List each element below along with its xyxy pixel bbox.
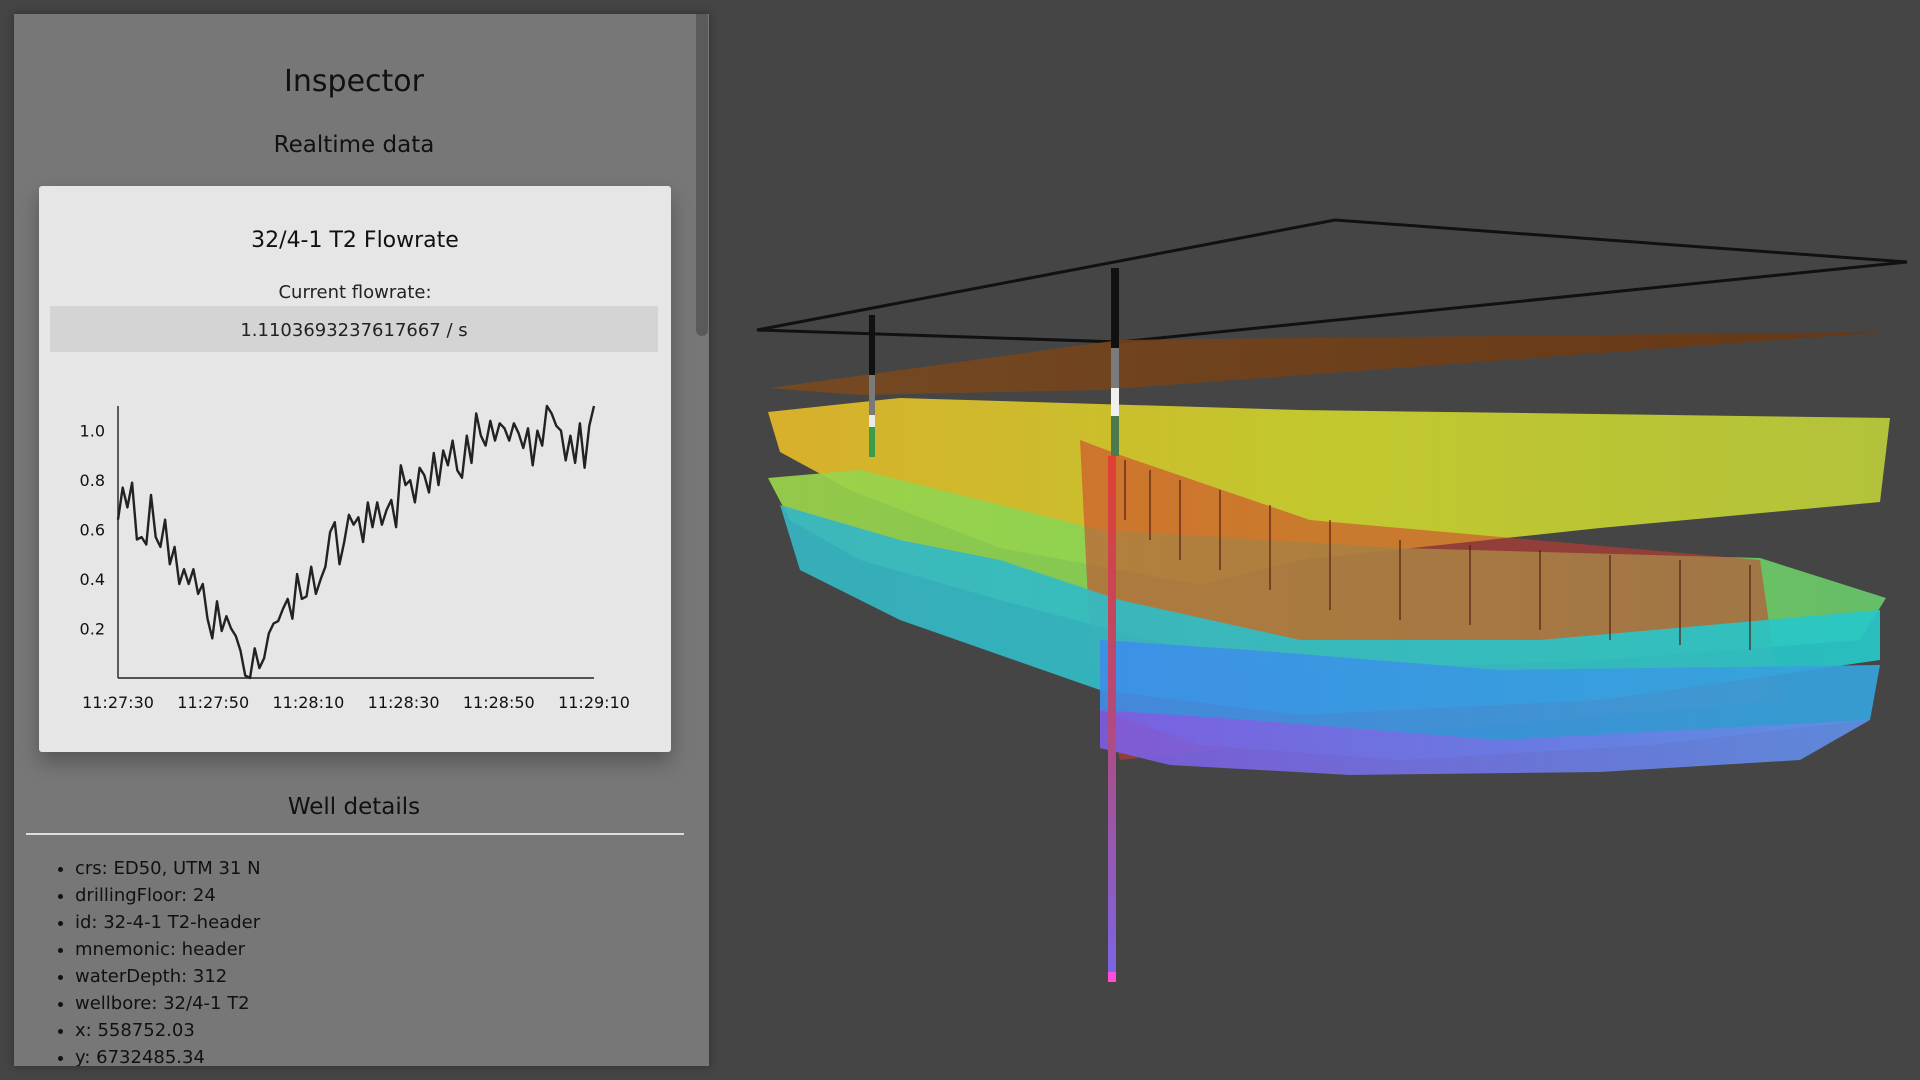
- inspector-title: Inspector: [284, 64, 424, 99]
- chart-y-tick-label: 1.0: [80, 422, 105, 441]
- chart-series: [116, 404, 596, 680]
- chart-x-tick-label: 11:29:10: [558, 693, 630, 712]
- chart-y-ticks: 0.2 0.4 0.6 0.8 1.0: [80, 422, 105, 639]
- inspector-scrollbar[interactable]: [696, 14, 708, 336]
- well-detail-item: drillingFloor: 24: [75, 882, 261, 909]
- well-details-heading: Well details: [287, 794, 421, 820]
- chart-x-tick-label: 11:27:50: [177, 693, 249, 712]
- current-flowrate-value: 1.1103693237617667 / s: [240, 320, 468, 341]
- scene-bounding-frame: [756, 218, 1908, 344]
- chart-x-tick-label: 11:28:10: [272, 693, 344, 712]
- chart-x-tick-label: 11:28:50: [463, 693, 535, 712]
- well-detail-item: crs: ED50, UTM 31 N: [75, 855, 261, 882]
- flowrate-line-chart: 0.2 0.4 0.6 0.8 1.0 11:27:30 11:27:50 11:28:10…: [80, 404, 630, 712]
- chart-x-ticks: 11:27:30 11:27:50 11:28:10 11:28:30 11:28:50…: [82, 693, 630, 712]
- chart-y-tick-label: 0.6: [80, 521, 105, 540]
- chart-x-tick-label: 11:27:30: [82, 693, 154, 712]
- chart-x-tick-label: 11:28:30: [368, 693, 440, 712]
- chart-y-tick-label: 0.8: [80, 471, 105, 490]
- well-detail-item: x: 558752.03: [75, 1017, 261, 1044]
- well-details-divider: [26, 833, 684, 835]
- inspector-panel: Inspector Realtime data 32/4-1 T2 Flowra…: [14, 14, 709, 1066]
- well-detail-item: id: 32-4-1 T2-header: [75, 909, 261, 936]
- chart-y-tick-label: 0.4: [80, 570, 105, 589]
- well-detail-item: mnemonic: header: [75, 936, 261, 963]
- realtime-data-heading: Realtime data: [273, 132, 435, 158]
- flowrate-card-title: 32/4-1 T2 Flowrate: [251, 228, 459, 253]
- flowrate-series-line: [116, 404, 596, 680]
- current-flowrate-label: Current flowrate:: [278, 282, 432, 303]
- well-marker-left[interactable]: [869, 315, 875, 457]
- well-detail-item: wellbore: 32/4-1 T2: [75, 990, 261, 1017]
- flowrate-card: 32/4-1 T2 Flowrate Current flowrate: 1.1…: [39, 186, 671, 752]
- well-detail-item: y: 6732485.34: [75, 1044, 261, 1066]
- well-detail-item: waterDepth: 312: [75, 963, 261, 990]
- chart-y-tick-label: 0.2: [80, 620, 105, 639]
- current-flowrate-box: 1.1103693237617667 / s: [50, 306, 658, 352]
- well-details-list: crs: ED50, UTM 31 N drillingFloor: 24 id…: [50, 855, 261, 1066]
- horizon-orange-surface: [770, 332, 1885, 395]
- app-root: Inspector Realtime data 32/4-1 T2 Flowra…: [0, 0, 1920, 1080]
